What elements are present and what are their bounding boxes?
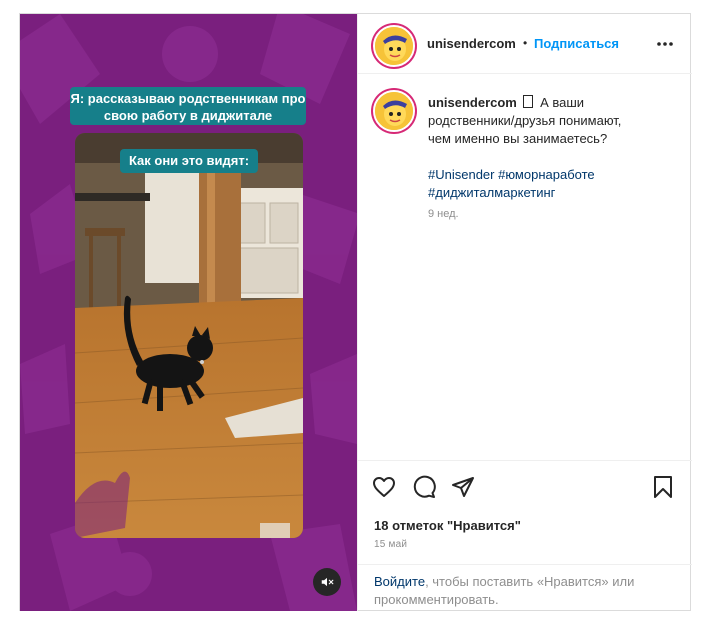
mute-button[interactable] — [313, 568, 341, 596]
share-button[interactable] — [450, 474, 476, 500]
login-prompt: Войдите, чтобы поставить «Нравится» или … — [358, 564, 692, 611]
caption-avatar[interactable] — [373, 90, 415, 132]
brand-mascot-icon — [375, 27, 413, 65]
caption-emoji — [523, 95, 534, 108]
post-media[interactable]: Я: рассказываю родственникам про свою ра… — [20, 14, 357, 611]
heart-icon — [373, 477, 395, 497]
caption-age[interactable]: 9 нед. — [428, 208, 459, 220]
likes-count[interactable]: 18 отметок "Нравится" — [374, 518, 521, 533]
video-caption-second: Как они это видят: — [120, 149, 258, 173]
caption-line-1: А ваши — [540, 95, 585, 110]
speaker-muted-icon — [321, 577, 334, 587]
instagram-post: Я: рассказываю родственникам про свою ра… — [19, 13, 692, 611]
video-frame[interactable] — [75, 133, 303, 538]
more-horizontal-icon — [657, 42, 673, 46]
hashtags-line-2[interactable]: #диджиталмаркетинг — [428, 185, 555, 200]
comment-icon — [413, 475, 436, 498]
caption-username[interactable]: unisendercom — [428, 95, 517, 110]
like-button[interactable] — [371, 474, 397, 500]
post-header: unisendercom • Подписаться — [358, 14, 692, 74]
bookmark-icon — [654, 476, 672, 498]
hashtags-line-1[interactable]: #Unisender #юморнаработе — [428, 167, 595, 182]
post-date[interactable]: 15 май — [374, 539, 407, 550]
brand-mascot-icon — [375, 92, 413, 130]
comment-button[interactable] — [411, 474, 437, 500]
video-scene — [75, 133, 303, 538]
caption-line-3: чем именно вы занимаетесь? — [428, 131, 608, 146]
login-link[interactable]: Войдите — [374, 574, 425, 589]
save-button[interactable] — [650, 474, 676, 500]
caption-line-2: родственники/друзья понимают, — [428, 113, 622, 128]
follow-button[interactable]: Подписаться — [534, 36, 619, 51]
caption-text: unisendercom А ваши родственники/друзья … — [428, 94, 658, 202]
action-bar: 18 отметок "Нравится" 15 май — [358, 460, 692, 570]
post-side-panel: unisendercom • Подписаться unisendercom … — [357, 14, 692, 611]
header-username[interactable]: unisendercom — [427, 36, 516, 51]
video-caption-top: Я: рассказываю родственникам про свою ра… — [70, 87, 306, 125]
avatar[interactable] — [373, 25, 415, 67]
separator-dot: • — [523, 36, 528, 50]
send-icon — [452, 477, 474, 497]
more-options-button[interactable] — [653, 34, 677, 54]
